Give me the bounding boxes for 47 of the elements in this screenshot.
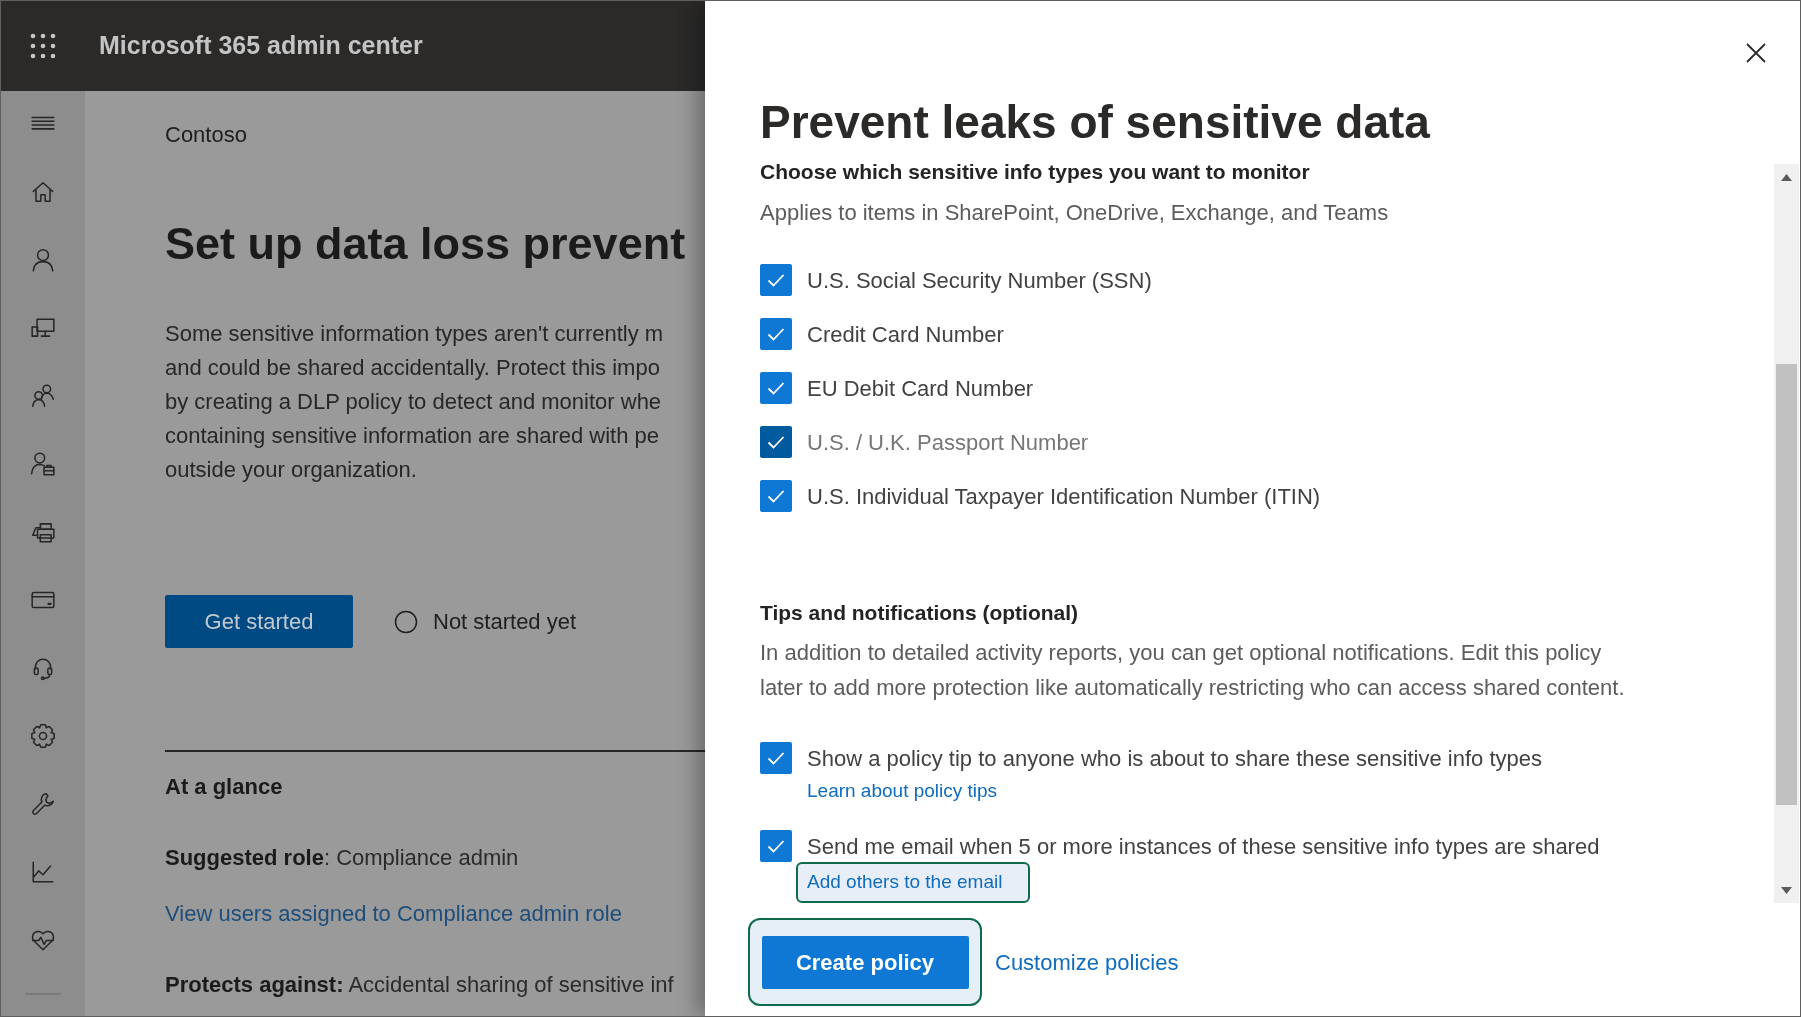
checkbox[interactable] (760, 830, 792, 862)
checkbox-label: Credit Card Number (807, 320, 1004, 349)
get-started-button[interactable]: Get started (165, 595, 353, 648)
link[interactable]: Add others to the email (796, 862, 1031, 903)
checkbox-label: Show a policy tip to anyone who is about to share these sensitive info types (807, 744, 1542, 773)
chart-icon[interactable] (30, 859, 56, 885)
people-icon[interactable] (30, 383, 56, 409)
person-briefcase-icon[interactable] (30, 451, 56, 477)
panel-title: Prevent leaks of sensitive data (760, 95, 1430, 150)
checkbox[interactable] (760, 318, 792, 350)
checkbox[interactable] (760, 742, 792, 774)
section-description: In addition to detailed activity reports, you can get optional notifications. Edit this policy later to add more protection like automatically restricting who can access shared content. (760, 639, 1626, 702)
organization-name: Contoso (165, 121, 247, 149)
checkbox[interactable] (760, 426, 792, 458)
close-icon[interactable] (1745, 42, 1767, 64)
status-circle-icon (394, 609, 418, 634)
checkbox-label: EU Debit Card Number (807, 374, 1034, 403)
home-icon[interactable] (30, 179, 56, 205)
page-heading: Set up data loss prevent (165, 217, 686, 271)
role-link[interactable]: View users assigned to Compliance admin role (165, 899, 622, 929)
checkbox-label: U.S. / U.K. Passport Number (807, 428, 1089, 457)
checkbox-label: U.S. Social Security Number (SSN) (807, 266, 1152, 295)
app-title: Microsoft 365 admin center (99, 30, 423, 62)
app-launcher-icon[interactable] (30, 33, 56, 59)
detail-text: Protects against: Accidental sharing of sensitive inf (165, 971, 674, 999)
checkbox-label: U.S. Individual Taxpayer Identification Number (ITIN) (807, 482, 1321, 511)
section-description: Applies to items in SharePoint, OneDrive, Exchange, and Teams (760, 199, 1389, 227)
checkbox-label: Send me email when 5 or more instances of these sensitive info types are shared (807, 832, 1600, 861)
section-heading: Choose which sensitive info types you want to monitor (760, 159, 1310, 185)
create-policy-button[interactable]: Create policy (761, 935, 969, 989)
section-heading: At a glance (165, 773, 283, 801)
wrench-icon[interactable] (30, 791, 56, 817)
link[interactable]: Customize policies (995, 947, 1179, 977)
status-text: Not started yet (433, 608, 577, 636)
scroll-up-icon[interactable] (1781, 173, 1792, 181)
section-heading: Tips and notifications (optional) (760, 600, 1079, 626)
link[interactable]: Learn about policy tips (807, 779, 998, 803)
scroll-down-icon[interactable] (1781, 886, 1792, 894)
description-text: Some sensitive information types aren't currently m and could be shared accidentally. Protect this impo by creating a DLP policy to detect and monitor whe containing sensitive information are shared with pe outside your organization. (165, 320, 664, 484)
checkbox[interactable] (760, 480, 792, 512)
checkbox[interactable] (760, 264, 792, 296)
person-icon[interactable] (30, 247, 56, 273)
settings-icon[interactable] (30, 723, 56, 749)
detail-text: Suggested role: Compliance admin (165, 844, 519, 872)
scrollbar-thumb[interactable] (1776, 364, 1797, 805)
checkbox[interactable] (760, 372, 792, 404)
scrollbar[interactable] (1774, 164, 1799, 903)
